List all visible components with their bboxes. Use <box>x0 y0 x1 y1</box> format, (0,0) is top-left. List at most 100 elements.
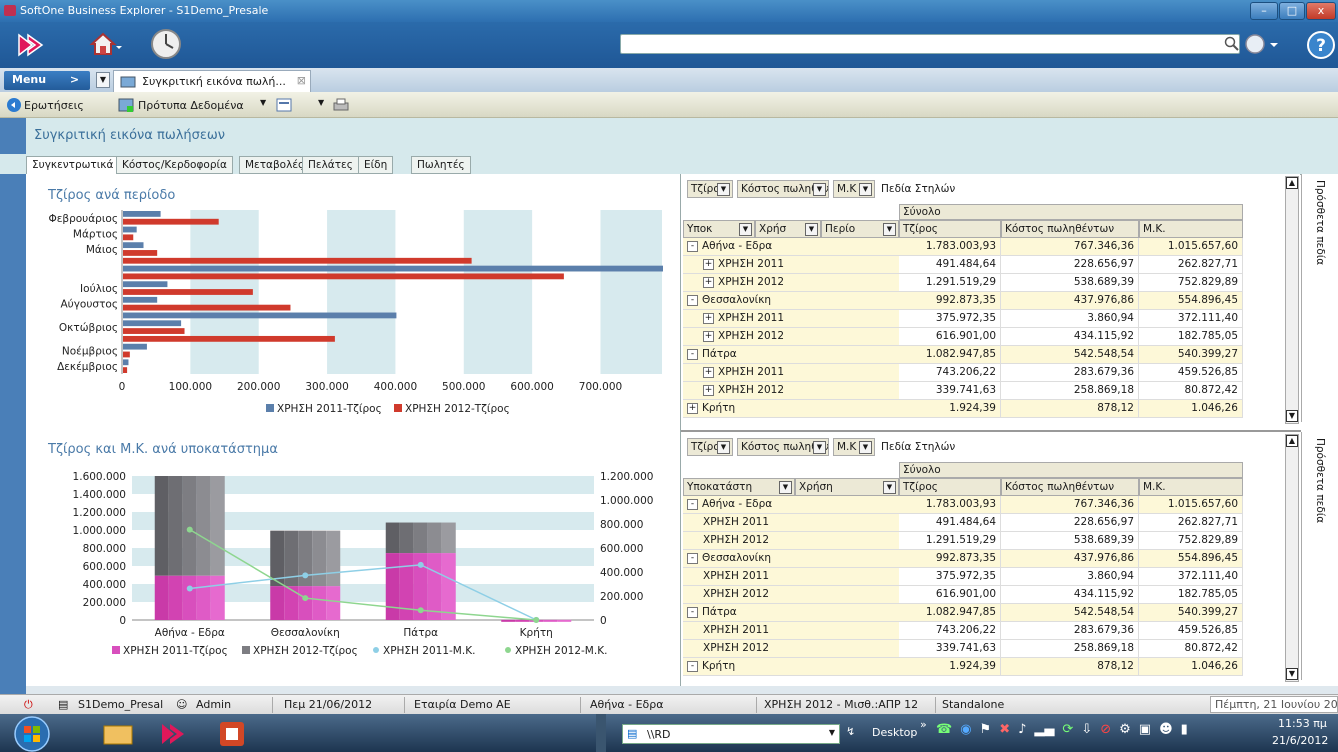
pivot-cell[interactable]: 542.548,54 <box>1001 346 1139 364</box>
chart1-bar[interactable] <box>123 343 147 350</box>
pivot-row-field[interactable]: Χρήσ ▼ <box>755 220 821 238</box>
chart1-bar[interactable] <box>123 250 158 256</box>
pivot-row-label[interactable]: ΧΡΗΣΗ 2012 <box>683 640 899 658</box>
pivot-cell[interactable]: 1.082.947,85 <box>899 346 1001 364</box>
chart2-point[interactable] <box>302 572 309 579</box>
pivot-cell[interactable]: 767.346,36 <box>1001 238 1139 256</box>
pivot-row-label[interactable]: ΧΡΗΣΗ 2011 <box>683 622 899 640</box>
pivot-cell[interactable]: 283.679,36 <box>1001 364 1139 382</box>
chart2-bar-2012[interactable] <box>427 522 442 554</box>
tray-device-icon[interactable]: ▣ <box>1139 722 1151 744</box>
chart2-bar-2012[interactable] <box>312 530 327 587</box>
desktop-label[interactable]: Desktop <box>872 726 917 739</box>
chart2-bar-2012[interactable] <box>210 476 225 576</box>
chart1-bar[interactable] <box>123 289 253 295</box>
tray-user-icon[interactable]: ☻ <box>1159 722 1173 744</box>
pivot-cell[interactable]: 554.896,45 <box>1139 292 1243 310</box>
tray-battery-icon[interactable]: ▮ <box>1181 722 1188 744</box>
filter-icon[interactable] <box>276 97 292 113</box>
chart2-bar-2012[interactable] <box>168 476 183 576</box>
chart1-bar[interactable] <box>123 312 397 319</box>
pivot-row-label[interactable]: + ΧΡΗΣΗ 2011 <box>683 310 899 328</box>
pivot-cell[interactable]: 554.896,45 <box>1139 550 1243 568</box>
chart2-bar-2012[interactable] <box>385 522 400 554</box>
collapse-icon[interactable]: - <box>687 348 698 360</box>
tray-volume-icon[interactable]: ♪ <box>1018 722 1026 744</box>
pivot-cell[interactable]: 80.872,42 <box>1139 640 1243 658</box>
chart2-bar-2011[interactable] <box>284 586 299 620</box>
pivot-cell[interactable]: 283.679,36 <box>1001 622 1139 640</box>
pivot-cell[interactable]: 372.111,40 <box>1139 568 1243 586</box>
explorer-icon[interactable] <box>100 720 136 748</box>
pivot-row-label[interactable]: - Πάτρα <box>683 604 899 622</box>
pivot-cell[interactable]: 1.046,26 <box>1139 658 1243 676</box>
chart2-bar-2011[interactable] <box>441 553 456 620</box>
additional-fields-panel[interactable]: Πρόσθετα πεδία <box>1301 432 1338 680</box>
templates-button[interactable]: Πρότυπα Δεδομένα <box>138 99 244 112</box>
pivot-cell[interactable]: 540.399,27 <box>1139 346 1243 364</box>
tray-phone-icon[interactable]: ☎ <box>936 722 952 744</box>
pivot-cell[interactable]: 375.972,35 <box>899 310 1001 328</box>
chart2-bar-2012[interactable] <box>441 522 456 554</box>
go-icon[interactable]: ↯ <box>846 725 855 738</box>
pivot-cell[interactable]: 540.399,27 <box>1139 604 1243 622</box>
toolbar-expand-icon[interactable]: » <box>920 718 927 731</box>
pivot-cell[interactable]: 538.689,39 <box>1001 274 1139 292</box>
queries-button[interactable]: Ερωτήσεις <box>24 99 84 112</box>
tray-security-icon[interactable]: ✖ <box>999 722 1010 744</box>
tray-sync-icon[interactable]: ⟳ <box>1062 722 1073 744</box>
pivot-column-header[interactable]: Κόστος πωληθέντων <box>1001 220 1139 238</box>
pivot-cell[interactable]: 372.111,40 <box>1139 310 1243 328</box>
pivot-row-label[interactable]: - Αθήνα - Εδρα <box>683 238 899 256</box>
chart2-bar-2012[interactable] <box>399 522 414 554</box>
chart1-bar[interactable] <box>123 242 144 249</box>
tabs-dropdown-button[interactable]: ▼ <box>96 72 110 88</box>
start-button-icon[interactable] <box>14 716 50 752</box>
pivot-data-field[interactable]: Τζίρος ▼ <box>687 438 733 456</box>
powerpoint-icon[interactable] <box>218 720 246 748</box>
chart1-bar[interactable] <box>123 257 472 264</box>
tab-cost-profit[interactable]: Κόστος/Κερδοφορία <box>116 156 233 174</box>
pivot-cell[interactable]: 437.976,86 <box>1001 292 1139 310</box>
pivot-cell[interactable]: 1.783.003,93 <box>899 238 1001 256</box>
tab-items[interactable]: Είδη <box>358 156 394 174</box>
chart2-bar-2011[interactable] <box>196 575 211 620</box>
pivot-row-label[interactable]: ΧΡΗΣΗ 2012 <box>683 586 899 604</box>
chart1-bar[interactable] <box>123 296 158 303</box>
softone-logo-icon[interactable] <box>16 32 46 58</box>
chart2-point[interactable] <box>417 561 424 568</box>
pivot-row-label[interactable]: - Θεσσαλονίκη <box>683 550 899 568</box>
print-icon[interactable] <box>332 97 350 113</box>
pivot-data-field[interactable]: Τζίρος ▼ <box>687 180 733 198</box>
pivot-row-label[interactable]: + ΧΡΗΣΗ 2012 <box>683 382 899 400</box>
pivot-cell[interactable]: 752.829,89 <box>1139 532 1243 550</box>
pivot-cell[interactable]: 992.873,35 <box>899 550 1001 568</box>
scroll-up-icon[interactable]: ▲ <box>1286 435 1298 447</box>
home-icon[interactable] <box>88 30 122 58</box>
pivot-row-label[interactable]: + ΧΡΗΣΗ 2012 <box>683 328 899 346</box>
expand-icon[interactable]: + <box>687 402 698 414</box>
chart2-bar-2011[interactable] <box>326 586 341 620</box>
pivot-cell[interactable]: 182.785,05 <box>1139 586 1243 604</box>
collapse-icon[interactable]: - <box>687 294 698 306</box>
dropdown-icon[interactable]: ▼ <box>805 223 818 236</box>
chart1-bar[interactable] <box>123 351 130 358</box>
chart2-line[interactable] <box>189 529 537 621</box>
filter-dropdown-icon[interactable]: ▼ <box>318 98 324 107</box>
chart2-bar-2012[interactable] <box>154 476 169 576</box>
tray-signal-icon[interactable]: ▂▄ <box>1034 722 1054 744</box>
expand-icon[interactable]: + <box>703 276 714 288</box>
minimize-button[interactable]: – <box>1250 2 1278 20</box>
pivot-row-label[interactable]: + ΧΡΗΣΗ 2011 <box>683 256 899 274</box>
chart1-bar[interactable] <box>123 273 564 280</box>
chart2-bar-2011[interactable] <box>501 619 516 622</box>
pivot-row-field[interactable]: Περίο ▼ <box>821 220 899 238</box>
pivot-cell[interactable]: 1.082.947,85 <box>899 604 1001 622</box>
pivot-row-field[interactable]: Υποκ ▼ <box>683 220 755 238</box>
pivot-cell[interactable]: 538.689,39 <box>1001 532 1139 550</box>
document-tab[interactable]: Συγκριτική εικόνα πωλή... ⊠ <box>113 70 311 92</box>
pivot-cell[interactable]: 743.206,22 <box>899 622 1001 640</box>
pivot-cell[interactable]: 1.783.003,93 <box>899 496 1001 514</box>
pivot-cell[interactable]: 339.741,63 <box>899 382 1001 400</box>
pivot-row-field[interactable]: Χρήση ▼ <box>795 478 899 496</box>
